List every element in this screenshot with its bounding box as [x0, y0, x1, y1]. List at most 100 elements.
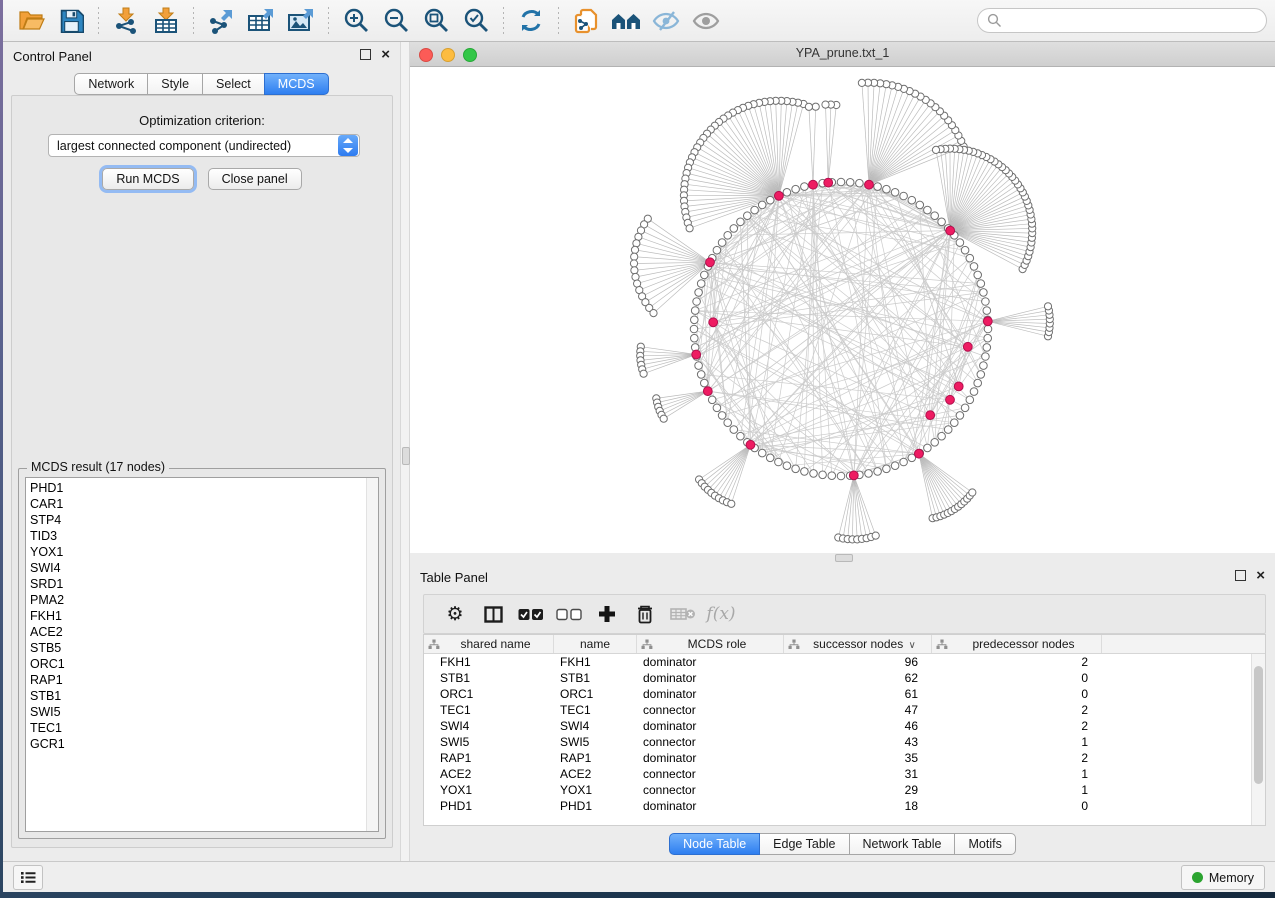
mcds-node-item[interactable]: GCR1 [26, 736, 378, 752]
criterion-select[interactable]: largest connected component (undirected) [48, 134, 360, 157]
mcds-node-item[interactable]: SWI4 [26, 560, 378, 576]
tab-mcds[interactable]: MCDS [264, 73, 329, 95]
open-session-button[interactable] [11, 4, 51, 38]
tab-network[interactable]: Network [74, 73, 148, 95]
apply-layout-button[interactable] [511, 4, 551, 38]
table-row[interactable]: SWI5SWI5connector431 [424, 734, 1265, 750]
tab-select[interactable]: Select [202, 73, 265, 95]
mcds-node-item[interactable]: PHD1 [26, 480, 378, 496]
hide-selected-button[interactable] [646, 4, 686, 38]
table-cell: 96 [784, 655, 932, 669]
select-all-icon[interactable] [512, 608, 550, 621]
new-network-from-selection-button[interactable] [566, 4, 606, 38]
first-neighbors-button[interactable] [606, 4, 646, 38]
mcds-node-item[interactable]: TID3 [26, 528, 378, 544]
table-row[interactable]: RAP1RAP1dominator352 [424, 750, 1265, 766]
vertical-splitter[interactable] [400, 42, 410, 862]
search-input[interactable] [977, 8, 1267, 33]
table-row[interactable]: SWI4SWI4dominator462 [424, 718, 1265, 734]
memory-label: Memory [1209, 871, 1254, 885]
table-row[interactable]: ACE2ACE2connector311 [424, 766, 1265, 782]
zoom-selected-icon [463, 7, 490, 34]
mcds-node-item[interactable]: TEC1 [26, 720, 378, 736]
table-row[interactable]: TEC1TEC1connector472 [424, 702, 1265, 718]
mcds-node-item[interactable]: STP4 [26, 512, 378, 528]
table-row[interactable]: PHD1PHD1dominator180 [424, 798, 1265, 814]
gear-icon[interactable]: ⚙ [436, 603, 474, 625]
show-all-button[interactable] [686, 4, 726, 38]
save-session-button[interactable] [51, 4, 91, 38]
mcds-node-item[interactable]: YOX1 [26, 544, 378, 560]
list-icon [20, 871, 36, 884]
mcds-list-scrollbar[interactable] [366, 478, 378, 831]
mcds-result-list[interactable]: PHD1CAR1STP4TID3YOX1SWI4SRD1PMA2FKH1ACE2… [25, 477, 379, 832]
table-row[interactable]: ORC1ORC1dominator610 [424, 686, 1265, 702]
column-header-name[interactable]: name [554, 635, 637, 653]
close-panel-icon[interactable]: × [381, 50, 390, 60]
horizontal-splitter[interactable] [410, 553, 1275, 563]
column-header-shared-name[interactable]: shared name [424, 635, 554, 653]
splitter-grip[interactable] [402, 447, 410, 465]
table-cell: dominator [637, 799, 784, 813]
network-view: YPA_prune.txt_1 [410, 42, 1275, 553]
add-column-icon[interactable] [588, 605, 626, 623]
mcds-node-item[interactable]: PMA2 [26, 592, 378, 608]
deselect-all-icon[interactable] [550, 608, 588, 621]
tab-edge-table[interactable]: Edge Table [759, 833, 849, 855]
network-view-titlebar[interactable]: YPA_prune.txt_1 [410, 42, 1275, 67]
table-row[interactable]: YOX1YOX1connector291 [424, 782, 1265, 798]
split-columns-icon[interactable] [474, 606, 512, 623]
export-table-button[interactable] [241, 4, 281, 38]
mcds-node-item[interactable]: ACE2 [26, 624, 378, 640]
table-panel: Table Panel × ⚙ f(x) [410, 563, 1275, 862]
table-row[interactable]: STB1STB1dominator620 [424, 670, 1265, 686]
node-table[interactable]: shared namenameMCDS rolesuccessor nodes … [423, 634, 1266, 826]
mcds-result-groupbox: MCDS result (17 nodes) PHD1CAR1STP4TID3Y… [18, 468, 386, 839]
zoom-in-button[interactable] [336, 4, 376, 38]
mcds-node-item[interactable]: RAP1 [26, 672, 378, 688]
table-scrollbar[interactable] [1251, 654, 1265, 825]
toolbar-separator [503, 7, 504, 35]
float-panel-icon[interactable] [360, 49, 371, 60]
mcds-node-item[interactable]: SWI5 [26, 704, 378, 720]
tab-network-table[interactable]: Network Table [849, 833, 956, 855]
mcds-node-item[interactable]: CAR1 [26, 496, 378, 512]
import-table-button[interactable] [146, 4, 186, 38]
mcds-result-title: MCDS result (17 nodes) [27, 460, 169, 474]
column-header-successor-nodes[interactable]: successor nodes ∨ [784, 635, 932, 653]
tab-node-table[interactable]: Node Table [669, 833, 760, 855]
search-icon [987, 13, 1002, 28]
mcds-node-item[interactable]: ORC1 [26, 656, 378, 672]
table-cell: SWI5 [554, 735, 637, 749]
zoom-out-button[interactable] [376, 4, 416, 38]
table-cell: TEC1 [554, 703, 637, 717]
table-cell: PHD1 [424, 799, 554, 813]
import-network-icon [111, 7, 141, 34]
close-panel-icon[interactable]: × [1256, 571, 1265, 581]
mcds-node-item[interactable]: FKH1 [26, 608, 378, 624]
splitter-grip[interactable] [835, 554, 853, 562]
run-mcds-button[interactable]: Run MCDS [102, 168, 193, 190]
table-cell: 31 [784, 767, 932, 781]
float-panel-icon[interactable] [1235, 570, 1246, 581]
memory-button[interactable]: Memory [1181, 865, 1265, 890]
mcds-node-item[interactable]: STB1 [26, 688, 378, 704]
table-row[interactable]: FKH1FKH1dominator962 [424, 654, 1265, 670]
mcds-node-item[interactable]: SRD1 [26, 576, 378, 592]
mcds-node-item[interactable]: STB5 [26, 640, 378, 656]
task-history-button[interactable] [13, 865, 43, 890]
import-network-button[interactable] [106, 4, 146, 38]
table-cell: 2 [932, 655, 1102, 669]
tab-style[interactable]: Style [147, 73, 203, 95]
export-network-button[interactable] [201, 4, 241, 38]
tab-motifs[interactable]: Motifs [954, 833, 1015, 855]
scrollbar-thumb[interactable] [1254, 666, 1263, 784]
zoom-fit-button[interactable] [416, 4, 456, 38]
column-header-MCDS-role[interactable]: MCDS role [637, 635, 784, 653]
zoom-selected-button[interactable] [456, 4, 496, 38]
close-panel-button[interactable]: Close panel [208, 168, 302, 190]
export-image-button[interactable] [281, 4, 321, 38]
column-header-predecessor-nodes[interactable]: predecessor nodes [932, 635, 1102, 653]
network-canvas[interactable] [410, 67, 1275, 553]
delete-column-icon[interactable] [626, 604, 664, 624]
